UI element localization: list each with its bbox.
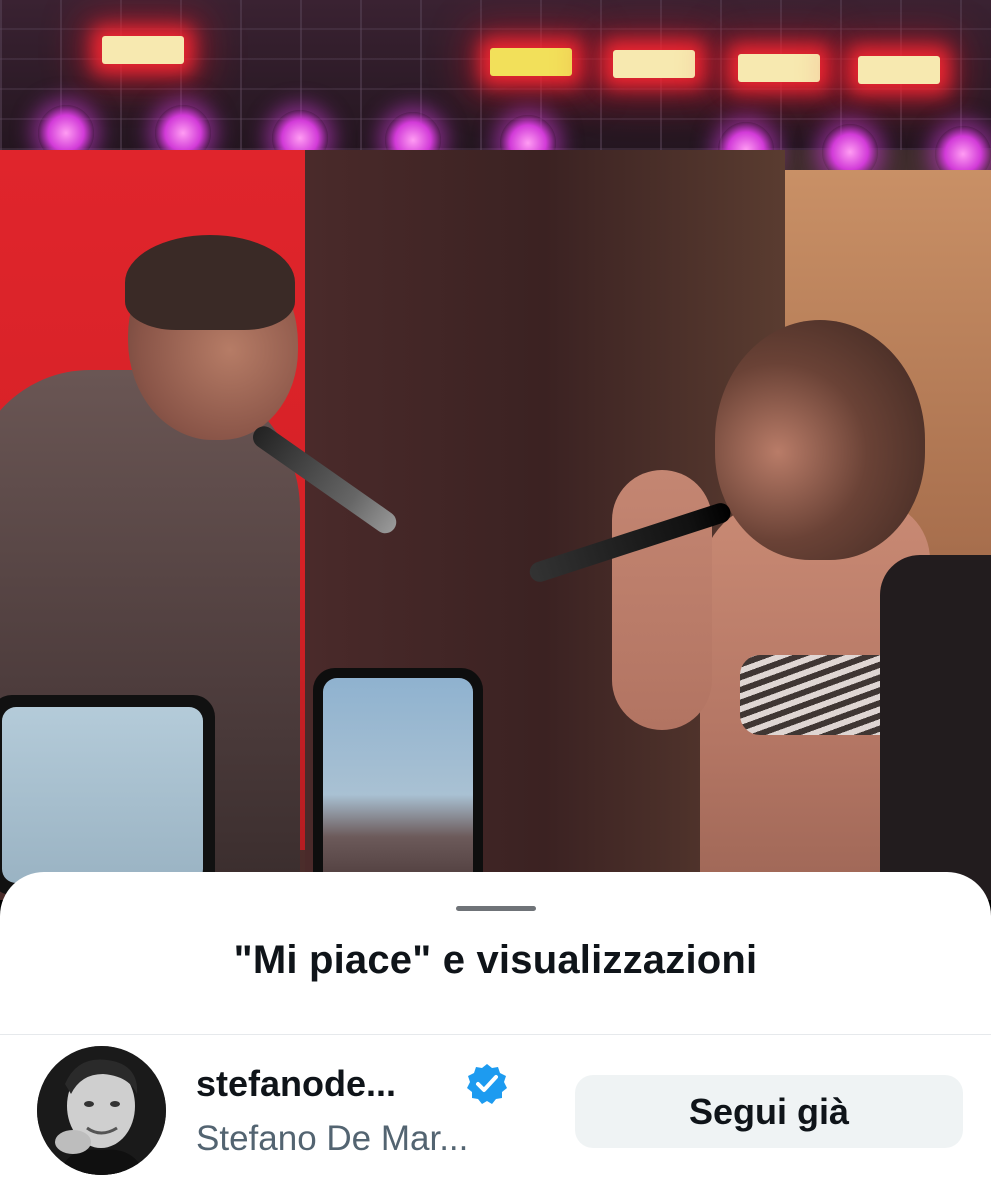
performer-left-hair: [125, 235, 295, 330]
user-list-item[interactable]: stefanode... Stefano De Mar... Segui già: [0, 1035, 991, 1200]
user-full-name: Stefano De Mar...: [196, 1119, 469, 1158]
avatar-portrait-icon: [37, 1046, 166, 1175]
user-display-name[interactable]: stefanode...: [196, 1063, 396, 1105]
screen: "Mi piace" e visualizzazioni stefanode..…: [0, 0, 991, 1200]
crowd-silhouette: [880, 555, 991, 900]
performer-right-head: [715, 320, 925, 560]
stage-light: [490, 48, 572, 76]
following-button[interactable]: Segui già: [575, 1075, 963, 1148]
stage-light: [858, 56, 940, 84]
user-avatar[interactable]: [37, 1046, 166, 1175]
stage-light: [613, 50, 695, 78]
sheet-grabber-handle[interactable]: [456, 906, 536, 911]
stage-light: [738, 54, 820, 82]
stage-light: [102, 36, 184, 64]
phone-screen: [323, 678, 473, 890]
audience-phone-right: [313, 668, 483, 900]
likes-views-sheet: "Mi piace" e visualizzazioni stefanode..…: [0, 872, 991, 1200]
verified-badge-icon: [467, 1064, 507, 1104]
phone-screen: [2, 707, 203, 883]
background-video-frame[interactable]: [0, 0, 991, 900]
sheet-title: "Mi piace" e visualizzazioni: [233, 938, 758, 982]
audience-phone-left: [0, 695, 215, 895]
